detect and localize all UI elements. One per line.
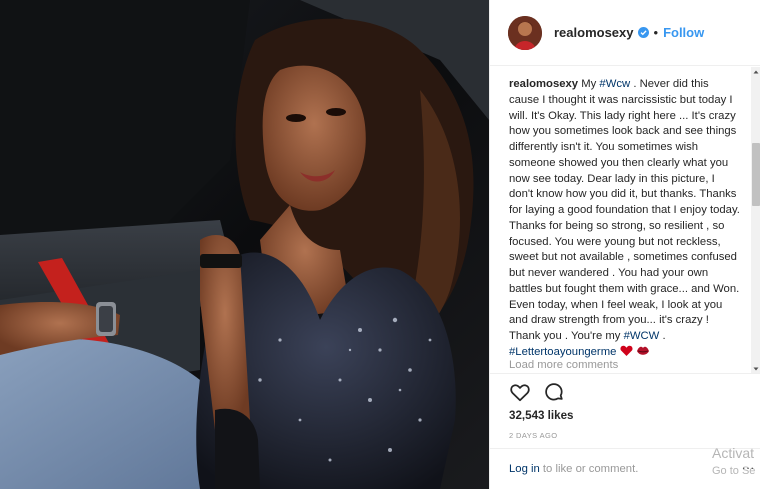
caption-username[interactable]: realomosexy [509,78,578,90]
watermark-line-1: Activat [712,445,755,461]
comments-scrollbar[interactable] [751,67,760,374]
login-link[interactable]: Log in [509,463,540,475]
avatar-image [508,15,542,50]
post-photo-illustration [0,0,489,489]
caption-text-1: My [581,78,600,90]
heart-outline-icon[interactable] [509,381,531,403]
login-prompt: Log in to like or comment. [509,463,638,475]
hashtag-lettertoayoungerme[interactable]: #Lettertoayoungerme [509,346,616,358]
emoji-group [620,345,650,363]
post-actions [509,381,565,403]
caption-text-3: . [659,330,666,342]
post-timestamp[interactable]: 2 DAYS AGO [509,431,557,440]
post-photo[interactable] [0,0,489,489]
kiss-lips-emoji-icon [636,346,649,355]
load-more-comments-link[interactable]: Load more comments [509,359,618,371]
login-prompt-rest: to like or comment. [539,463,639,475]
watermark-line-2: Go to Se [712,465,756,477]
comments-area[interactable]: realomosexy My #Wcw . Never did this cau… [490,67,760,374]
scrollbar-thumb[interactable] [752,143,760,206]
comment-bubble-icon[interactable] [543,381,565,403]
avatar[interactable] [508,15,542,50]
instagram-post-page: realomosexy • Follow realomosexy My #Wcw… [0,0,760,489]
post-sidebar: realomosexy • Follow realomosexy My #Wcw… [489,0,760,489]
likes-count[interactable]: 32,543 likes [509,409,573,422]
red-heart-emoji-icon [620,345,633,356]
post-caption: realomosexy My #Wcw . Never did this cau… [509,77,741,363]
scroll-down-arrow-icon[interactable] [751,364,760,374]
verified-badge-icon [637,27,649,38]
caption-text-2: . Never did this cause I thought it was … [509,78,740,342]
username-link[interactable]: realomosexy [554,25,634,40]
post-header: realomosexy • Follow [490,0,760,66]
scroll-up-arrow-icon[interactable] [751,67,760,77]
hashtag-wcw-lower[interactable]: #Wcw [599,78,630,90]
follow-button[interactable]: Follow [663,25,704,40]
hashtag-wcw[interactable]: #WCW [624,330,660,342]
separator-dot: • [653,25,659,40]
windows-activation-watermark: Activat Go to Se [712,445,755,479]
